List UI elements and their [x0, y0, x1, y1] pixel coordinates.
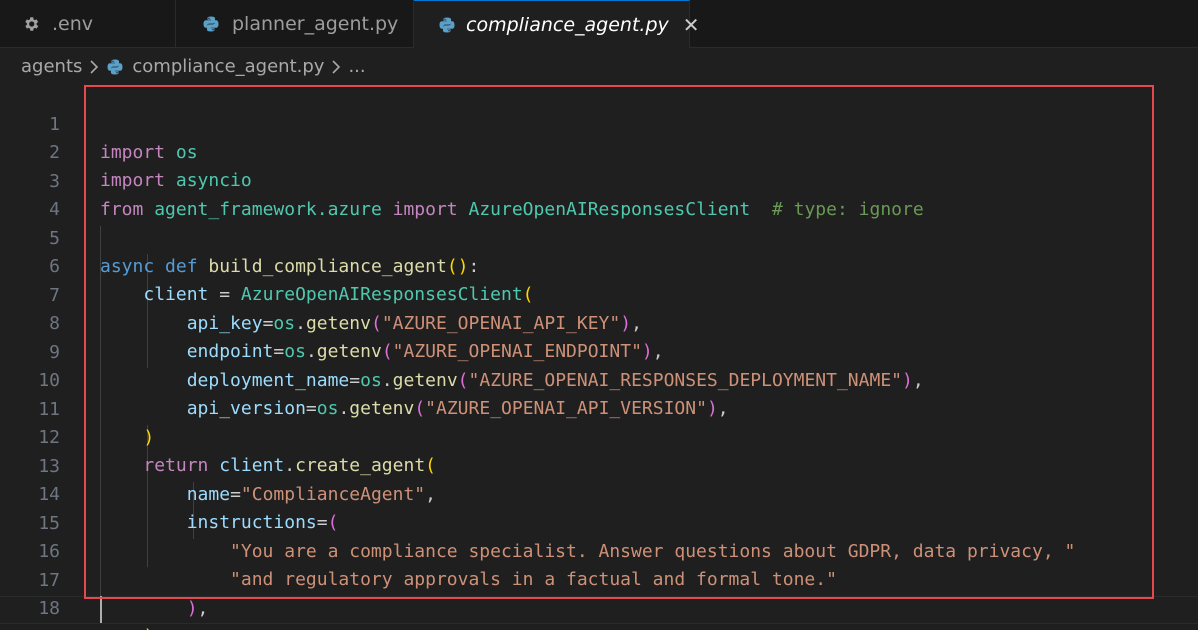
code-line[interactable]: 19	[0, 596, 1198, 630]
tab-planner-agent[interactable]: planner_agent.py	[176, 0, 414, 47]
text-cursor	[100, 596, 102, 623]
code-text: )	[100, 623, 154, 630]
code-line[interactable]: 8 endpoint=os.getenv("AZURE_OPENAI_ENDPO…	[0, 282, 1198, 362]
code-line[interactable]: 16 "and regulatory approvals in a factua…	[0, 510, 1198, 590]
code-line[interactable]: 11 )	[0, 368, 1198, 448]
python-icon	[438, 14, 456, 36]
code-line[interactable]: 18 )	[0, 567, 1198, 630]
code-line[interactable]: 9 deployment_name=os.getenv("AZURE_OPENA…	[0, 311, 1198, 391]
code-line[interactable]: 10 api_version=os.getenv("AZURE_OPENAI_A…	[0, 339, 1198, 419]
breadcrumb: agents compliance_agent.py ...	[0, 48, 1198, 85]
breadcrumb-more[interactable]: ...	[348, 56, 365, 77]
code-line[interactable]: 5 async def build_compliance_agent():	[0, 197, 1198, 277]
code-line[interactable]: 1 import os	[0, 83, 1198, 163]
breadcrumb-file[interactable]: compliance_agent.py	[132, 56, 324, 77]
code-line[interactable]: 14 instructions=(	[0, 453, 1198, 533]
close-icon[interactable]: ✕	[683, 13, 700, 37]
tab-label: .env	[52, 12, 94, 35]
gear-icon	[20, 13, 42, 35]
code-line[interactable]: 15 "You are a compliance specialist. Ans…	[0, 482, 1198, 562]
code-line[interactable]: 12 return client.create_agent(	[0, 396, 1198, 476]
python-icon	[200, 13, 222, 35]
code-line[interactable]: 7 api_key=os.getenv("AZURE_OPENAI_API_KE…	[0, 254, 1198, 334]
breadcrumb-folder[interactable]: agents	[21, 56, 82, 77]
tab-label: planner_agent.py	[232, 12, 399, 35]
editor-window: .env planner_agent.py compliance_agent.p…	[0, 0, 1198, 630]
code-line[interactable]: 17 ),	[0, 539, 1198, 619]
code-line[interactable]: 3 from agent_framework.azure import Azur…	[0, 140, 1198, 220]
tab-compliance-agent[interactable]: compliance_agent.py ✕	[414, 0, 700, 48]
chevron-right-icon	[331, 59, 341, 74]
code-line[interactable]: 4	[0, 168, 1198, 220]
python-icon	[106, 58, 124, 76]
tab-bar: .env planner_agent.py compliance_agent.p…	[0, 0, 1198, 48]
tab-label: compliance_agent.py	[466, 13, 669, 36]
chevron-right-icon	[89, 59, 99, 74]
tab-env[interactable]: .env	[0, 0, 176, 47]
code-line[interactable]: 13 name="ComplianceAgent",	[0, 425, 1198, 505]
code-line[interactable]: 6 client = AzureOpenAIResponsesClient(	[0, 225, 1198, 305]
line-number: 19	[0, 624, 60, 630]
code-line[interactable]: 2 import asyncio	[0, 111, 1198, 191]
